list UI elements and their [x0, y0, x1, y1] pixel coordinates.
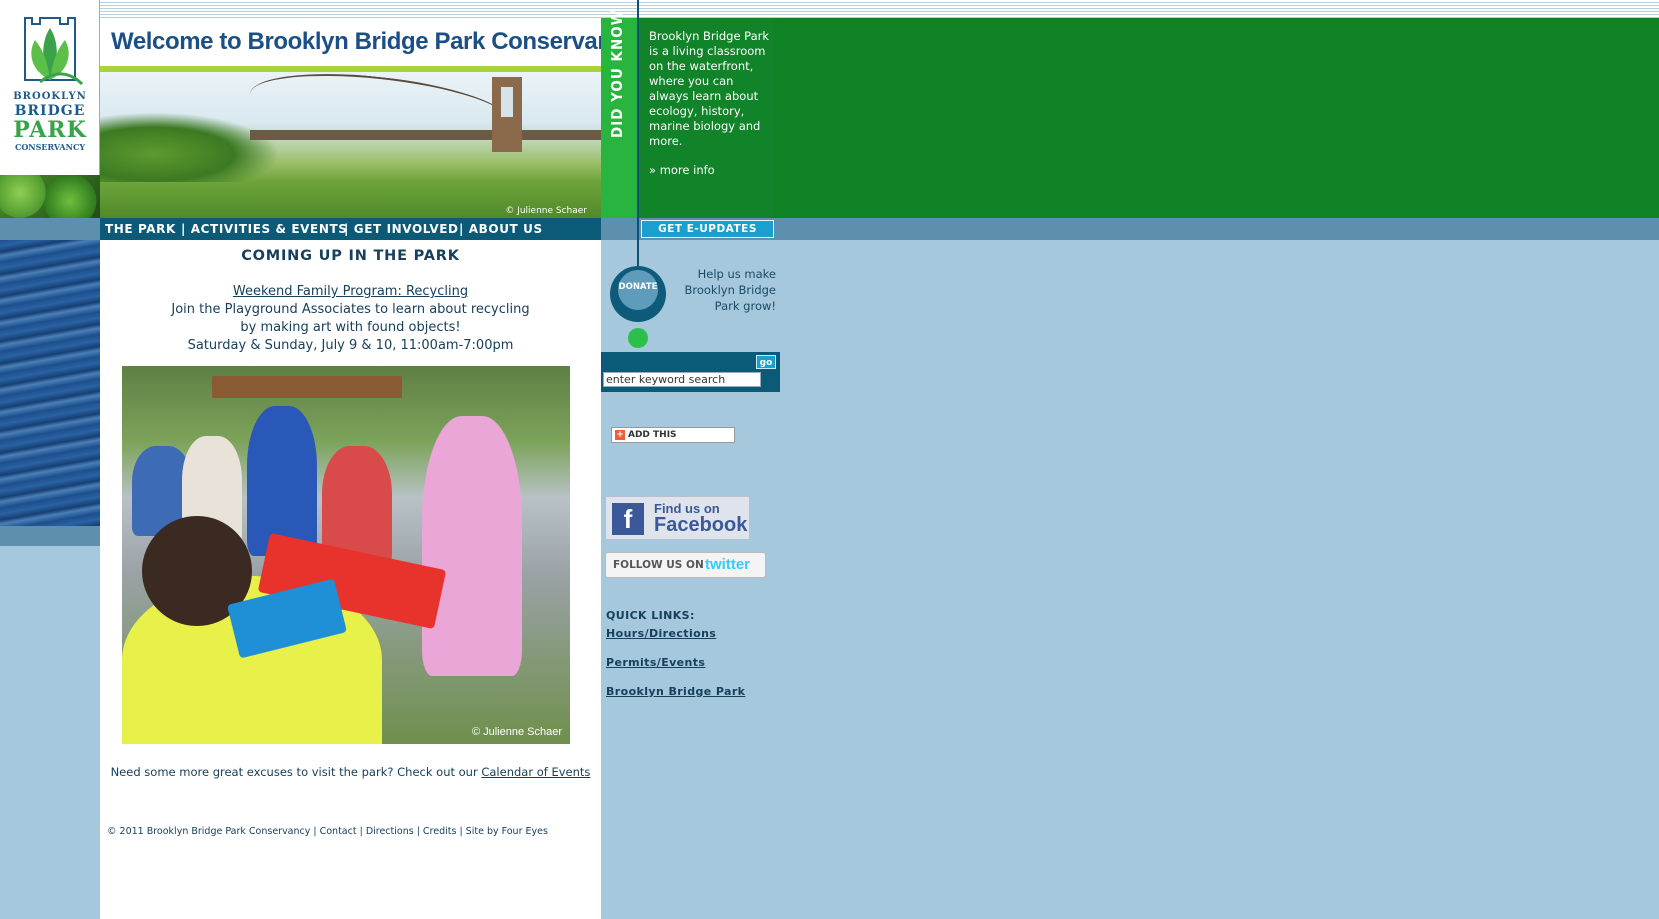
water-under-band [0, 526, 100, 546]
did-you-know-strip: DID YOU KNOW [601, 9, 639, 218]
donate-button[interactable]: DONATE [610, 266, 666, 322]
header-green-band [775, 18, 1659, 218]
quick-link-brooklyn-bridge-park[interactable]: Brooklyn Bridge Park [606, 685, 745, 698]
event-description-line-1: Join the Playground Associates to learn … [171, 302, 530, 317]
footer: © 2011 Brooklyn Bridge Park Conservancy … [107, 826, 548, 837]
hero-photo: © Julienne Schaer [100, 72, 601, 218]
event-photo: © Julienne Schaer [122, 366, 570, 744]
did-you-know-box: Brooklyn Bridge Park is a living classro… [639, 18, 775, 218]
hero-photo-credit: © Julienne Schaer [505, 206, 587, 216]
leaf-photo [0, 175, 100, 218]
plus-icon: + [615, 430, 625, 440]
search-box: go [601, 352, 780, 392]
header-stripes [100, 0, 1659, 18]
did-you-know-label: DID YOU KNOW [608, 9, 626, 138]
calendar-of-events-link[interactable]: Calendar of Events [481, 765, 590, 779]
site-logo[interactable]: BROOKLYN BRIDGE PARK CONSERVANCY [0, 0, 100, 175]
main-nav: THE PARK | ACTIVITIES & EVENTS | GET INV… [100, 218, 601, 240]
twitter-button[interactable]: FOLLOW US ON twitter [605, 552, 766, 578]
search-input[interactable] [603, 372, 761, 387]
quick-link-permits-events[interactable]: Permits/Events [606, 656, 705, 669]
site-title: Welcome to Brooklyn Bridge Park Conserva… [111, 28, 638, 55]
facebook-icon: f [612, 503, 644, 535]
more-info-link[interactable]: » more info [649, 163, 715, 177]
leaf-logo-icon [24, 17, 84, 86]
did-you-know-text: Brooklyn Bridge Park is a living classro… [649, 29, 770, 148]
facebook-button[interactable]: f Find us on Facebook [605, 496, 750, 540]
quick-link-hours-directions[interactable]: Hours/Directions [606, 627, 716, 640]
calendar-promo: Need some more great excuses to visit th… [110, 765, 591, 779]
event-date: Saturday & Sunday, July 9 & 10, 11:00am-… [187, 338, 514, 353]
nav-activities-events[interactable]: | ACTIVITIES & EVENTS [181, 222, 348, 236]
nav-about-us[interactable]: | ABOUT US [459, 222, 543, 236]
section-heading: COMING UP IN THE PARK [241, 248, 460, 264]
main-content: COMING UP IN THE PARK Weekend Family Pro… [100, 240, 601, 919]
event-description-line-2: by making art with found objects! [240, 320, 461, 335]
event-photo-credit: © Julienne Schaer [471, 726, 562, 738]
quick-links-title: QUICK LINKS: [606, 609, 695, 622]
divider-line [637, 0, 639, 268]
donate-help-text: Help us make Brooklyn Bridge Park grow! [684, 267, 776, 313]
nav-get-involved[interactable]: | GET INVOLVED [344, 222, 459, 236]
green-dot [628, 328, 648, 348]
get-e-updates-button[interactable]: GET E-UPDATES [641, 220, 774, 238]
search-go-button[interactable]: go [756, 355, 776, 369]
title-banner: Welcome to Brooklyn Bridge Park Conserva… [100, 18, 638, 72]
logo-wordmark: BROOKLYN BRIDGE PARK CONSERVANCY [13, 91, 87, 152]
nav-the-park[interactable]: THE PARK [105, 222, 176, 236]
nav-left-band [0, 218, 100, 240]
addthis-button[interactable]: + ADD THIS [611, 427, 735, 443]
twitter-logo-icon: twitter [705, 556, 750, 573]
event-title-link[interactable]: Weekend Family Program: Recycling [100, 284, 601, 299]
water-photo [0, 240, 100, 526]
